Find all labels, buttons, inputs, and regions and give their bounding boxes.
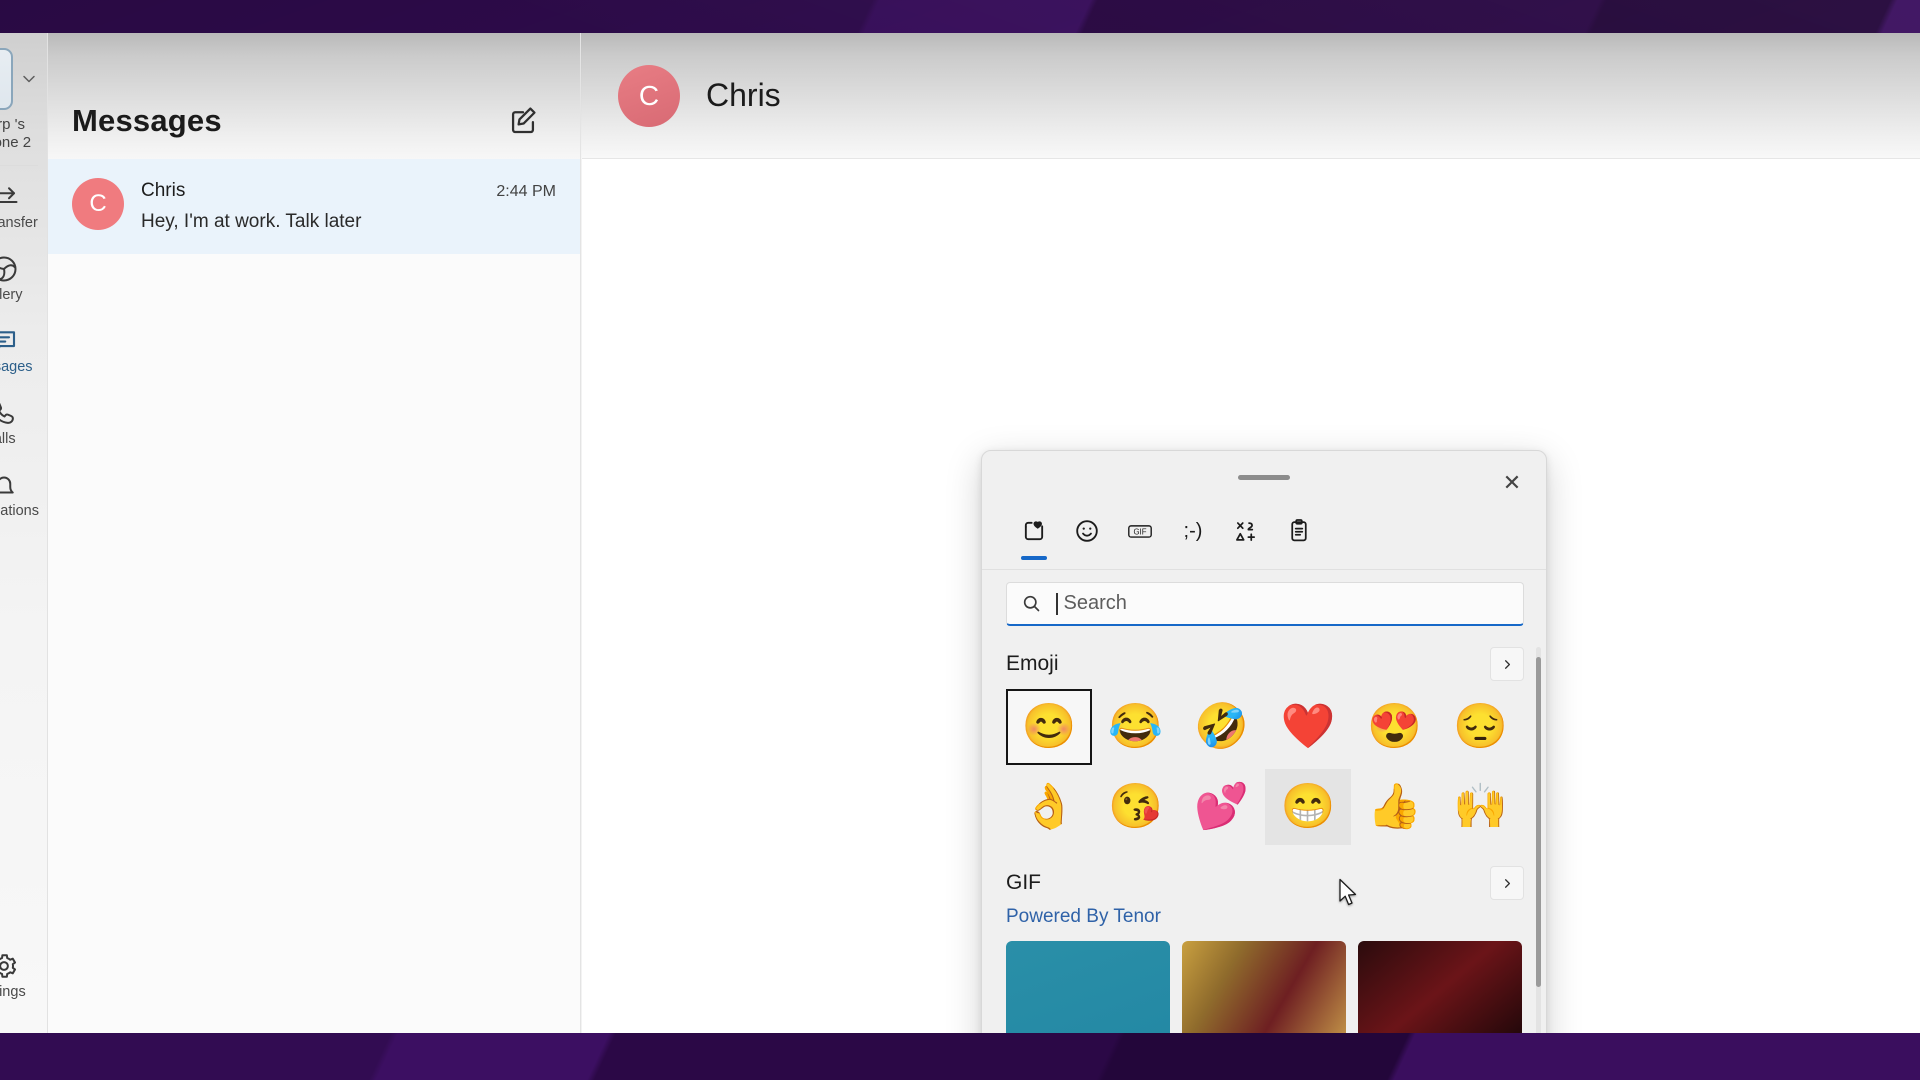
scrollbar-thumb[interactable] [1536,657,1541,987]
chevron-right-icon[interactable] [1490,647,1524,681]
gif-icon: GIF [1128,525,1152,538]
emoji-button[interactable]: 😘 [1092,769,1178,845]
sidebar-item-gallery[interactable]: Gallery [0,242,48,314]
gear-icon [0,953,16,978]
tenor-attribution-link[interactable]: Powered By Tenor [1006,906,1161,928]
section-title: Emoji [1006,652,1059,675]
symbols-icon [1236,522,1256,541]
phone-link-window: Corp 's iPhone 2 File transfer [0,33,1920,1033]
sidebar-item-label: Gallery [0,286,23,303]
search-icon [1023,595,1040,612]
gif-thumbnail-3[interactable] [1358,941,1522,1033]
conversation-preview: Hey, I'm at work. Talk later [141,211,362,232]
clipboard-icon [1291,519,1307,542]
sidebar-item-settings[interactable]: Settings [0,939,48,1011]
conversation-body: Chris 2:44 PM Hey, I'm at work. Talk lat… [141,178,556,233]
section-title: GIF [1006,871,1041,894]
tab-active-indicator [1021,556,1047,560]
file-transfer-icon [0,187,17,203]
sidebar-item-label: Calls [0,430,16,447]
drag-handle[interactable] [1238,475,1290,480]
tab-emoji[interactable] [1061,511,1113,569]
chat-header: C Chris [582,33,1920,159]
sidebar-item-label: File transfer [0,214,38,231]
messages-icon [0,331,15,348]
device-selector[interactable]: Corp 's iPhone 2 [0,48,48,151]
sidebar-item-notifications[interactable]: Notifications [0,458,48,530]
section-header-gif: GIF [1006,866,1524,900]
section-header-emoji: Emoji [1006,647,1524,681]
search-field-wrapper: Search [1006,582,1524,626]
emoji-button[interactable]: 😁 [1265,769,1352,845]
emoji-button[interactable]: 😔 [1438,689,1524,765]
search-placeholder: Search [1063,592,1127,614]
chevron-right-icon[interactable] [1490,866,1524,900]
text-caret [1056,592,1058,615]
smiley-icon [1076,520,1098,542]
sidebar-item-messages[interactable]: Messages [0,314,48,386]
emoji-picker-panel: ✕ GIF ;-) Search Emoji 😊 😂 🤣 ❤️ 😍 😔 👌 😘 … [981,450,1547,1033]
calls-icon [0,403,14,424]
page-title: Messages [72,103,222,138]
chevron-down-icon[interactable] [19,69,39,89]
navigation-rail: Corp 's iPhone 2 File transfer [0,33,48,1033]
notifications-icon [0,476,14,494]
gallery-icon [0,256,16,282]
tab-kaomoji[interactable]: ;-) [1167,511,1219,569]
gif-thumbnail-1[interactable] [1006,941,1170,1033]
compose-icon[interactable] [506,103,540,137]
kaomoji-icon: ;-) [1183,520,1203,542]
sidebar-item-label: Settings [0,983,26,1000]
sidebar-item-label: Messages [0,358,33,375]
rail-divider [0,165,38,167]
emoji-grid: 😊 😂 🤣 ❤️ 😍 😔 👌 😘 💕 😁 👍 🙌 [1006,689,1524,845]
chat-contact-name: Chris [706,77,781,113]
emoji-button[interactable]: 👌 [1006,769,1092,845]
gif-thumbnail-2[interactable] [1182,941,1346,1033]
sidebar-item-label: Notifications [0,502,39,519]
tab-gif[interactable]: GIF [1114,511,1166,569]
emoji-button[interactable]: 😊 [1006,689,1093,765]
screen: Corp 's iPhone 2 File transfer [0,0,1920,1080]
device-name-label: Corp 's iPhone 2 [0,116,32,151]
heart-in-box-icon [1024,521,1044,541]
tab-recent[interactable] [1008,511,1060,569]
emoji-button[interactable]: 💕 [1179,769,1265,845]
tab-symbols[interactable] [1220,511,1272,569]
conversation-name: Chris [141,180,186,201]
gif-thumbnail-row [1006,941,1524,1033]
emoji-button[interactable]: 😍 [1351,689,1437,765]
emoji-panel-tabs: GIF ;-) [982,511,1546,570]
conversation-time: 2:44 PM [496,183,556,200]
sidebar-item-calls[interactable]: Calls [0,386,48,458]
search-input[interactable]: Search [1006,582,1524,626]
rail-item-list: File transfer Gallery [0,170,48,530]
sidebar-item-file-transfer[interactable]: File transfer [0,170,48,242]
svg-text:GIF: GIF [1133,527,1146,536]
emoji-button[interactable]: 🙌 [1438,769,1524,845]
avatar: C [72,178,124,230]
list-item[interactable]: C Chris 2:44 PM Hey, I'm at work. Talk l… [48,159,580,254]
emoji-button[interactable]: 🤣 [1179,689,1265,765]
message-list-header: Messages [48,33,580,159]
conversation-top-row: Chris 2:44 PM [141,180,556,202]
emoji-button[interactable]: 👍 [1351,769,1437,845]
emoji-button[interactable]: ❤️ [1265,689,1351,765]
message-list-panel: Messages C Chris 2:44 PM Hey, I'm at wor… [48,33,581,1033]
tab-clipboard[interactable] [1273,511,1325,569]
close-icon[interactable]: ✕ [1494,465,1530,501]
avatar: C [618,64,680,127]
emoji-button[interactable]: 😂 [1092,689,1178,765]
phone-icon [0,48,13,110]
